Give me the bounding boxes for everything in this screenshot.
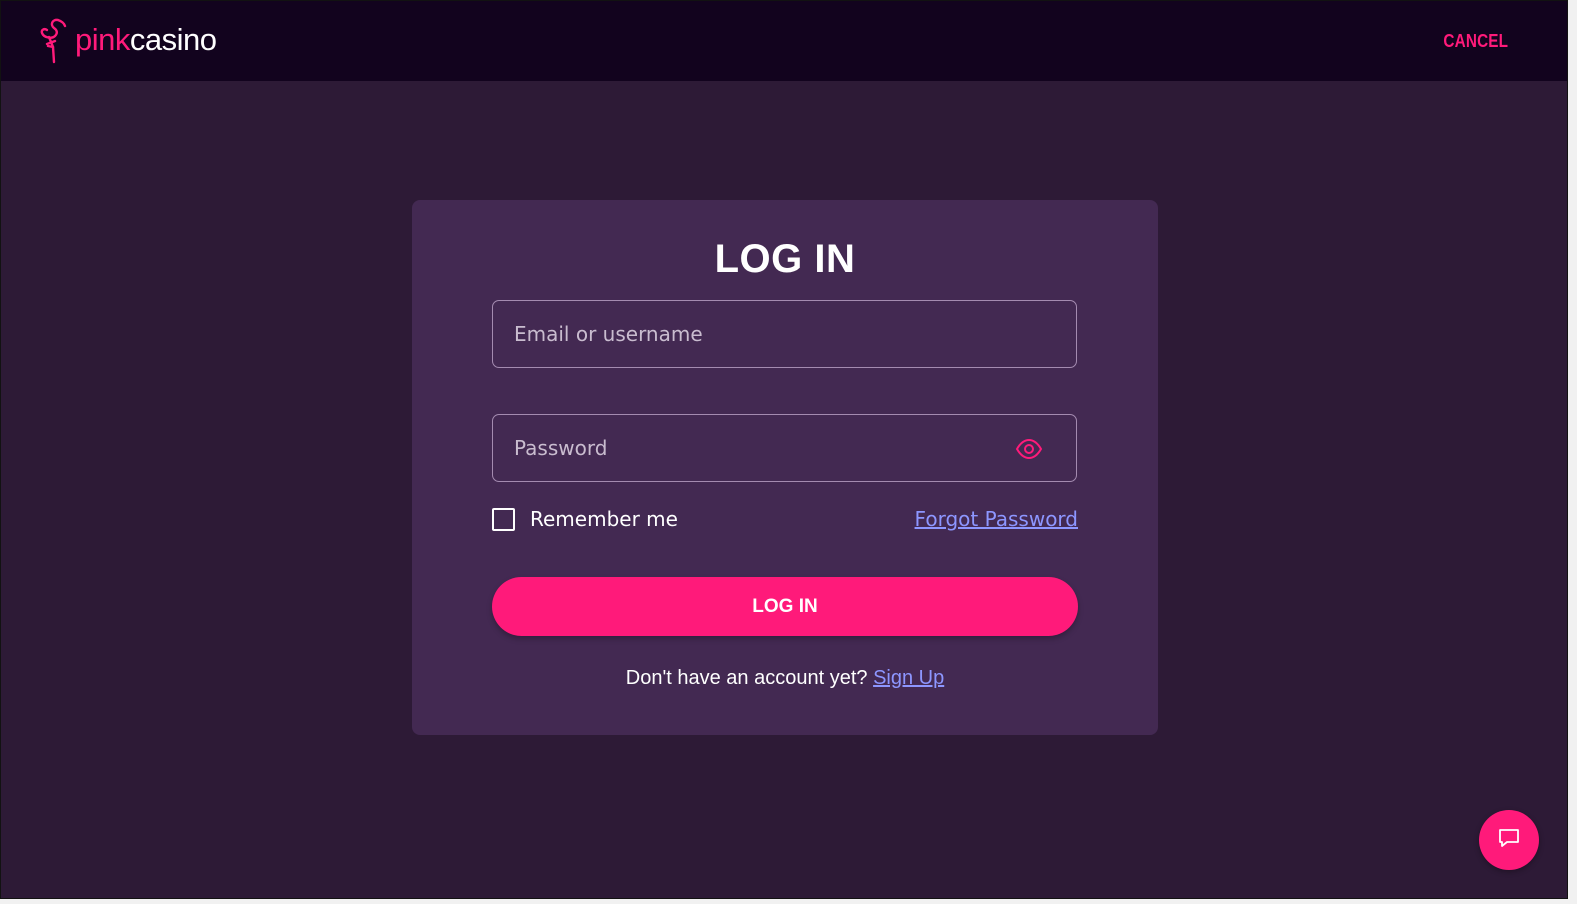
flamingo-icon: [39, 17, 69, 65]
password-field[interactable]: [492, 414, 1077, 482]
chat-button[interactable]: [1479, 810, 1539, 870]
password-input[interactable]: [514, 415, 994, 481]
remember-label: Remember me: [530, 507, 678, 531]
top-header: pinkcasino CANCEL: [1, 1, 1567, 81]
login-card: LOG IN Remember me Forgot Password LOG I…: [412, 200, 1158, 735]
logo[interactable]: pinkcasino: [39, 17, 217, 65]
email-field[interactable]: [492, 300, 1077, 368]
eye-icon[interactable]: [1015, 438, 1043, 460]
logo-text: pinkcasino: [75, 21, 217, 57]
remember-me[interactable]: Remember me: [492, 507, 678, 531]
signup-link[interactable]: Sign Up: [873, 667, 944, 689]
cancel-button[interactable]: CANCEL: [1443, 31, 1508, 52]
logo-text-pink: pink: [75, 21, 130, 57]
window-edge-bottom: [0, 899, 1577, 904]
signup-row: Don't have an account yet? Sign Up: [412, 667, 1158, 690]
forgot-password-link[interactable]: Forgot Password: [915, 507, 1078, 531]
window-edge-right: [1568, 0, 1577, 904]
remember-checkbox[interactable]: [492, 507, 515, 531]
email-input[interactable]: [514, 301, 994, 367]
page: pinkcasino CANCEL LOG IN Remember me For…: [0, 0, 1568, 899]
signup-prompt: Don't have an account yet?: [625, 667, 868, 689]
login-button[interactable]: LOG IN: [492, 577, 1078, 636]
login-title: LOG IN: [714, 237, 856, 281]
chat-icon: [1497, 827, 1521, 854]
logo-text-white: casino: [129, 21, 217, 57]
